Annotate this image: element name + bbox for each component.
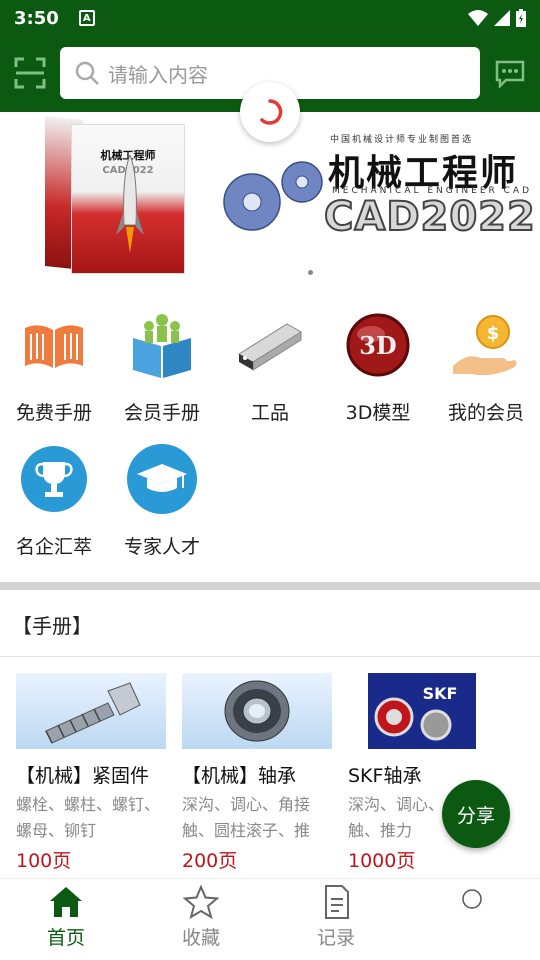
message-icon[interactable] <box>494 60 526 88</box>
3d-model-icon: 3D <box>346 313 410 377</box>
grid-item-my-membership[interactable]: $ 我的会员 <box>432 300 540 432</box>
section-line <box>0 656 540 657</box>
card-page-count: 100页 <box>16 850 72 872</box>
card-page-count: 200页 <box>182 850 238 872</box>
nav-label: 首页 <box>46 927 85 949</box>
circle-icon <box>462 889 482 909</box>
bearing-image <box>182 673 332 749</box>
card-title: 【机械】轴承 <box>182 765 297 787</box>
bolt-image <box>16 673 166 749</box>
banner-cad-logo: CAD2022 <box>323 193 536 241</box>
grid-label: 3D模型 <box>345 402 411 424</box>
notification-icon: A <box>78 10 95 26</box>
trophy-icon <box>21 446 87 512</box>
graduation-cap-icon <box>127 444 197 514</box>
wifi-icon <box>468 10 488 26</box>
grid-item-3d-model[interactable]: 3D 3D模型 <box>324 300 432 432</box>
nav-favorites[interactable]: 收藏 <box>151 885 251 950</box>
grid-label: 工品 <box>250 402 289 424</box>
product-box-image: 机械工程师 CAD2022 <box>45 116 185 278</box>
manual-card-fasteners[interactable]: 【机械】紧固件 螺栓、螺柱、螺钉、螺母、铆钉 100页 <box>16 673 170 873</box>
svg-text:SKF: SKF <box>423 684 458 703</box>
member-book-icon <box>133 314 191 378</box>
star-icon <box>183 885 219 919</box>
section-divider <box>0 582 540 590</box>
document-icon <box>325 885 349 919</box>
grid-label: 专家人才 <box>123 536 200 558</box>
card-description: 深沟、调心、角接触、圆柱滚子、推 <box>182 795 311 840</box>
battery-icon <box>516 9 526 27</box>
manual-card-bearings[interactable]: 【机械】轴承 深沟、调心、角接触、圆柱滚子、推 200页 <box>182 673 336 873</box>
svg-text:3D: 3D <box>359 331 397 360</box>
skf-image: SKF <box>348 673 498 749</box>
grid-item-free-manual[interactable]: 免费手册 <box>0 300 108 432</box>
grid-item-experts[interactable]: 专家人才 <box>108 434 216 566</box>
status-icons <box>468 9 526 27</box>
share-button[interactable]: 分享 <box>442 780 510 848</box>
grid-item-famous-companies[interactable]: 名企汇萃 <box>0 434 108 566</box>
search-placeholder: 请输入内容 <box>108 62 208 87</box>
home-icon <box>50 887 82 917</box>
grid-item-products[interactable]: 工品 <box>216 300 324 432</box>
card-page-count: 1000页 <box>348 850 416 872</box>
profile-bar-icon <box>238 323 302 371</box>
spinner-icon <box>260 99 283 125</box>
scan-icon[interactable] <box>14 57 46 89</box>
loading-spinner <box>240 82 300 142</box>
grid-item-member-manual[interactable]: 会员手册 <box>108 300 216 432</box>
open-book-icon <box>25 325 83 368</box>
coin-hand-icon: $ <box>453 315 517 376</box>
gears-icon <box>223 161 323 231</box>
grid-label: 免费手册 <box>15 402 92 424</box>
nav-home[interactable]: 首页 <box>16 885 116 950</box>
grid-label: 我的会员 <box>447 402 524 424</box>
nav-label: 记录 <box>316 927 355 949</box>
section-title: 【手册】 <box>12 614 92 638</box>
grid-label: 会员手册 <box>123 402 200 424</box>
rocket-icon <box>116 155 144 253</box>
card-title: 【机械】紧固件 <box>16 765 150 787</box>
svg-text:$: $ <box>487 323 500 344</box>
nav-records[interactable]: 记录 <box>286 885 386 950</box>
nav-profile[interactable] <box>422 885 522 923</box>
banner-page-indicator <box>308 270 313 275</box>
bottom-nav: 首页 收藏 记录 <box>0 878 540 960</box>
signal-icon <box>494 10 510 26</box>
nav-label: 收藏 <box>181 927 220 949</box>
status-bar: 3:50 A <box>0 0 540 36</box>
card-description: 螺栓、螺柱、螺钉、螺母、铆钉 <box>16 795 161 840</box>
grid-label: 名企汇萃 <box>15 536 92 558</box>
search-icon <box>75 61 99 85</box>
status-time: 3:50 <box>14 7 59 29</box>
